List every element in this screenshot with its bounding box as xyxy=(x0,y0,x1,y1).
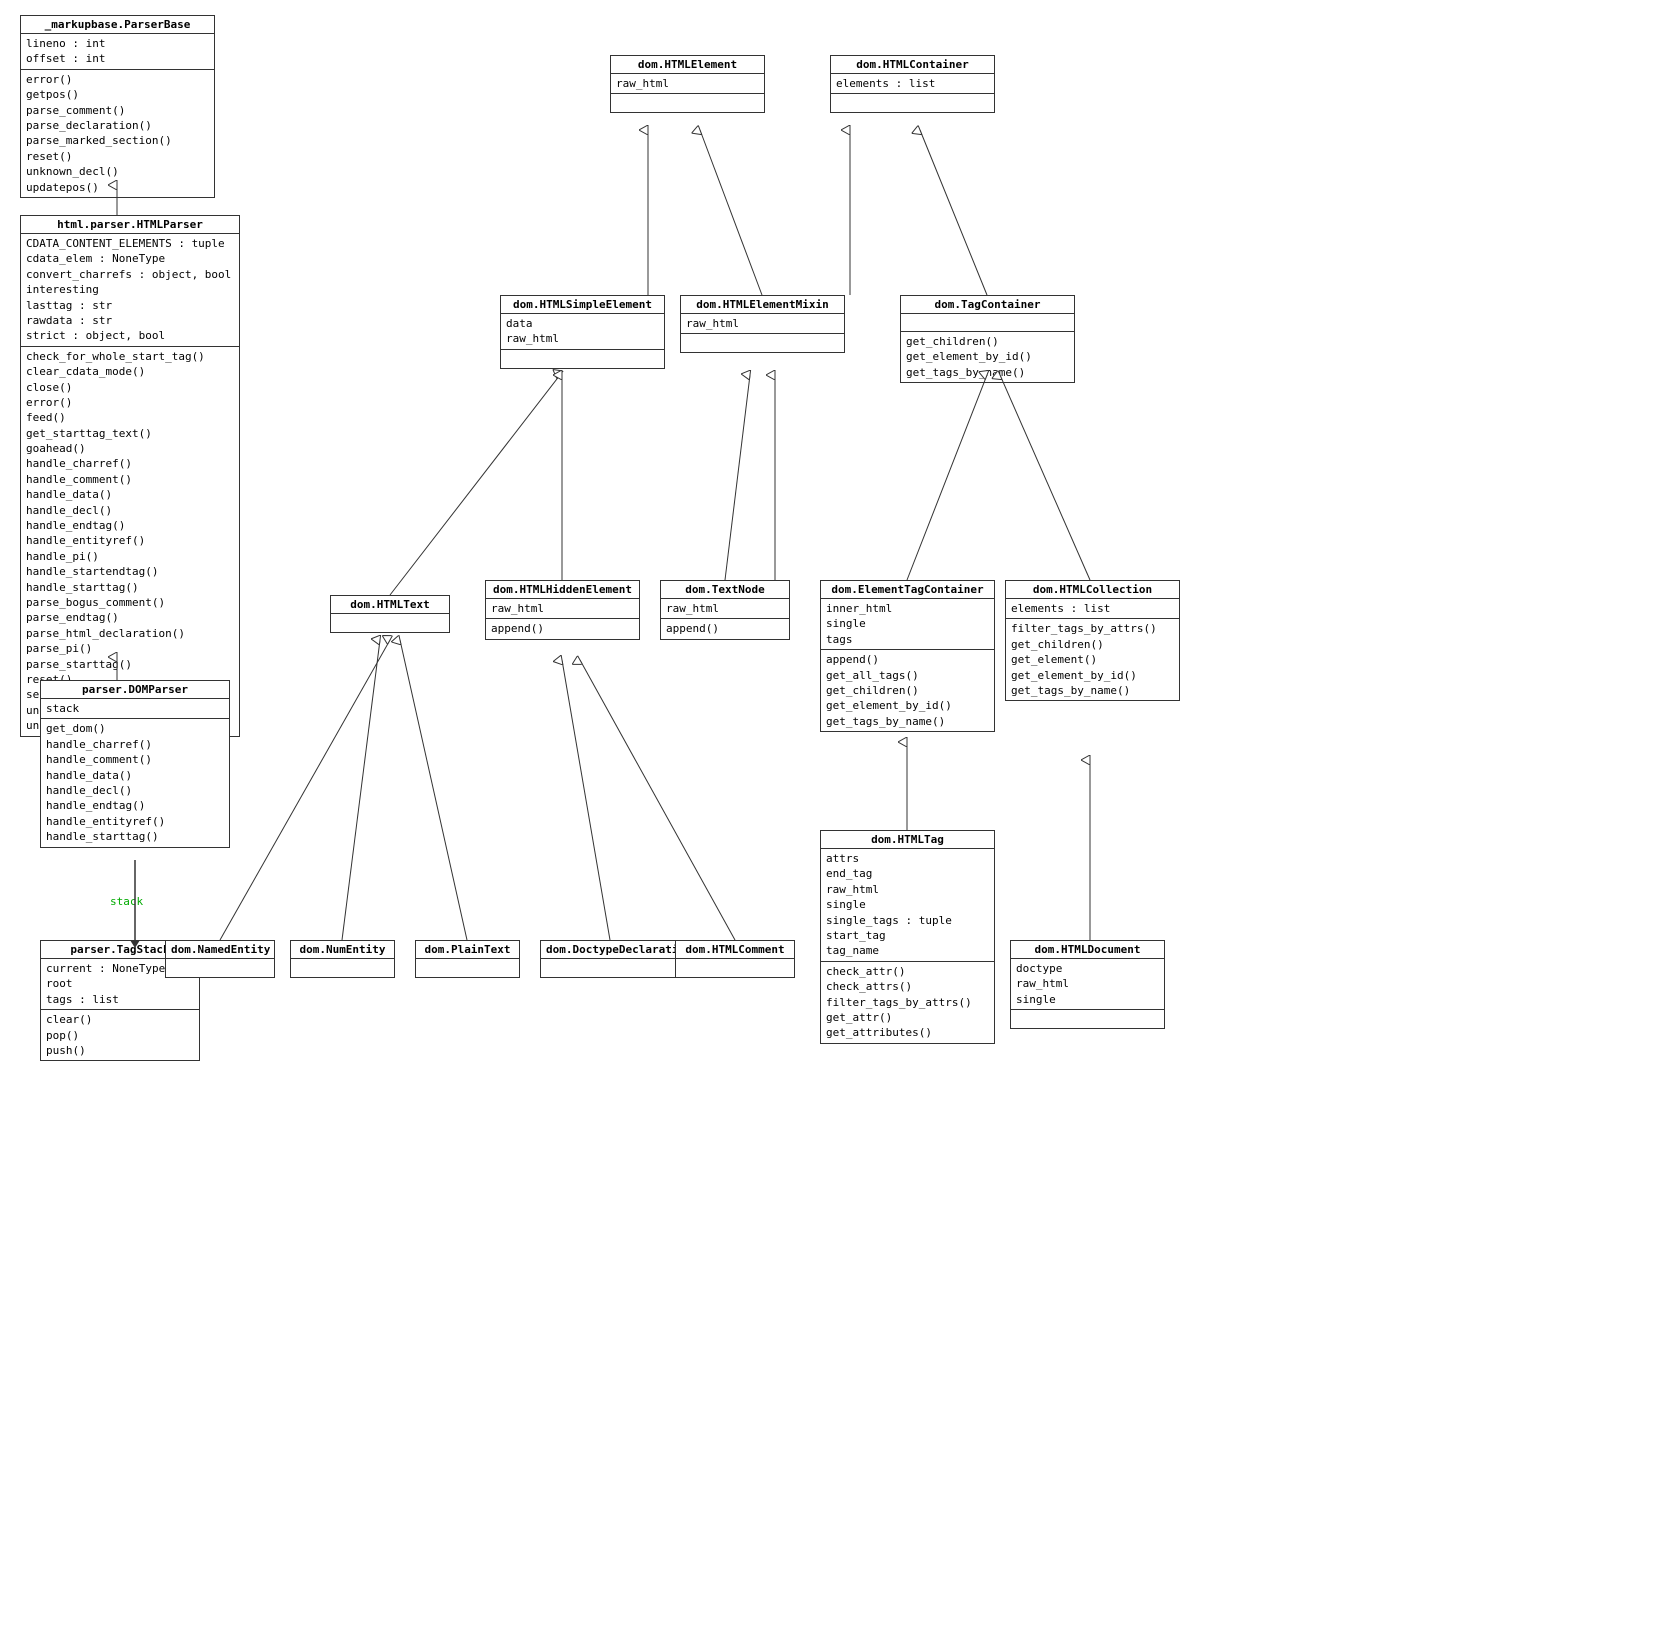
class-name-htmlcollection: dom.HTMLCollection xyxy=(1006,581,1179,599)
class-htmlcollection: dom.HTMLCollection elements : list filte… xyxy=(1005,580,1180,701)
class-name-htmlelement: dom.HTMLElement xyxy=(611,56,764,74)
section-methods-htmldocument xyxy=(1011,1010,1164,1028)
class-domparser: parser.DOMParser stack get_dom() handle_… xyxy=(40,680,230,848)
class-name-markupbase: _markupbase.ParserBase xyxy=(21,16,214,34)
section-methods-markupbase: error() getpos() parse_comment() parse_d… xyxy=(21,70,214,197)
section-methods-elementtagcontainer: append() get_all_tags() get_children() g… xyxy=(821,650,994,731)
class-name-htmlsimpleelement: dom.HTMLSimpleElement xyxy=(501,296,664,314)
section-doctypedeclaration xyxy=(541,959,679,977)
class-name-htmlcontainer: dom.HTMLContainer xyxy=(831,56,994,74)
class-htmlcomment: dom.HTMLComment xyxy=(675,940,795,978)
section-attrs-htmldocument: doctype raw_html single xyxy=(1011,959,1164,1010)
section-methods-htmlelement xyxy=(611,94,764,112)
section-numentity xyxy=(291,959,394,977)
class-htmlparser: html.parser.HTMLParser CDATA_CONTENT_ELE… xyxy=(20,215,240,737)
section-attrs-textnode: raw_html xyxy=(661,599,789,619)
class-name-numentity: dom.NumEntity xyxy=(291,941,394,959)
section-methods-htmlcollection: filter_tags_by_attrs() get_children() ge… xyxy=(1006,619,1179,700)
section-methods-htmlcontainer xyxy=(831,94,994,112)
section-methods-tagcontainer: get_children() get_element_by_id() get_t… xyxy=(901,332,1074,382)
section-methods-htmlelementmixin xyxy=(681,334,844,352)
class-name-htmlcomment: dom.HTMLComment xyxy=(676,941,794,959)
class-name-htmlelementmixin: dom.HTMLElementMixin xyxy=(681,296,844,314)
section-attrs-domparser: stack xyxy=(41,699,229,719)
section-attrs-htmltag: attrs end_tag raw_html single single_tag… xyxy=(821,849,994,962)
section-plaintext xyxy=(416,959,519,977)
section-htmlcomment xyxy=(676,959,794,977)
section-attrs-htmlsimpleelement: data raw_html xyxy=(501,314,664,350)
class-name-htmltext: dom.HTMLText xyxy=(331,596,449,614)
class-name-elementtagcontainer: dom.ElementTagContainer xyxy=(821,581,994,599)
section-methods-tagstack: clear() pop() push() xyxy=(41,1010,199,1060)
class-name-domparser: parser.DOMParser xyxy=(41,681,229,699)
class-name-textnode: dom.TextNode xyxy=(661,581,789,599)
class-tagcontainer: dom.TagContainer get_children() get_elem… xyxy=(900,295,1075,383)
class-htmlhiddenelement: dom.HTMLHiddenElement raw_html append() xyxy=(485,580,640,640)
class-htmldocument: dom.HTMLDocument doctype raw_html single xyxy=(1010,940,1165,1029)
class-name-htmlparser: html.parser.HTMLParser xyxy=(21,216,239,234)
section-attrs-htmlcollection: elements : list xyxy=(1006,599,1179,619)
section-attrs-htmlhiddenelement: raw_html xyxy=(486,599,639,619)
class-name-tagcontainer: dom.TagContainer xyxy=(901,296,1074,314)
section-methods-domparser: get_dom() handle_charref() handle_commen… xyxy=(41,719,229,846)
class-doctypedeclaration: dom.DoctypeDeclaration xyxy=(540,940,680,978)
class-name-doctypedeclaration: dom.DoctypeDeclaration xyxy=(541,941,679,959)
section-attrs-htmlelement: raw_html xyxy=(611,74,764,94)
section-methods-htmlsimpleelement xyxy=(501,350,664,368)
class-name-htmlhiddenelement: dom.HTMLHiddenElement xyxy=(486,581,639,599)
class-markupbase: _markupbase.ParserBase lineno : int offs… xyxy=(20,15,215,198)
section-methods-htmltag: check_attr() check_attrs() filter_tags_b… xyxy=(821,962,994,1043)
stack-label: stack xyxy=(110,895,143,908)
class-htmltext: dom.HTMLText xyxy=(330,595,450,633)
section-attrs-markupbase: lineno : int offset : int xyxy=(21,34,214,70)
section-attrs-htmlelementmixin: raw_html xyxy=(681,314,844,334)
class-textnode: dom.TextNode raw_html append() xyxy=(660,580,790,640)
class-htmlelement: dom.HTMLElement raw_html xyxy=(610,55,765,113)
section-attrs-tagcontainer xyxy=(901,314,1074,332)
class-elementtagcontainer: dom.ElementTagContainer inner_html singl… xyxy=(820,580,995,732)
class-name-htmltag: dom.HTMLTag xyxy=(821,831,994,849)
class-htmlelementmixin: dom.HTMLElementMixin raw_html xyxy=(680,295,845,353)
section-methods-htmlhiddenelement: append() xyxy=(486,619,639,638)
section-namedentity xyxy=(166,959,274,977)
class-htmlsimpleelement: dom.HTMLSimpleElement data raw_html xyxy=(500,295,665,369)
class-name-namedentity: dom.NamedEntity xyxy=(166,941,274,959)
section-methods-htmlparser: check_for_whole_start_tag() clear_cdata_… xyxy=(21,347,239,736)
class-htmltag: dom.HTMLTag attrs end_tag raw_html singl… xyxy=(820,830,995,1044)
section-methods-textnode: append() xyxy=(661,619,789,638)
section-attrs-htmlcontainer: elements : list xyxy=(831,74,994,94)
section-attrs-elementtagcontainer: inner_html single tags xyxy=(821,599,994,650)
class-numentity: dom.NumEntity xyxy=(290,940,395,978)
class-name-plaintext: dom.PlainText xyxy=(416,941,519,959)
class-name-htmldocument: dom.HTMLDocument xyxy=(1011,941,1164,959)
class-htmlcontainer: dom.HTMLContainer elements : list xyxy=(830,55,995,113)
class-namedentity: dom.NamedEntity xyxy=(165,940,275,978)
section-attrs-htmlparser: CDATA_CONTENT_ELEMENTS : tuple cdata_ele… xyxy=(21,234,239,347)
class-plaintext: dom.PlainText xyxy=(415,940,520,978)
section-methods-htmltext xyxy=(331,614,449,632)
arrows-svg xyxy=(0,0,1663,1651)
